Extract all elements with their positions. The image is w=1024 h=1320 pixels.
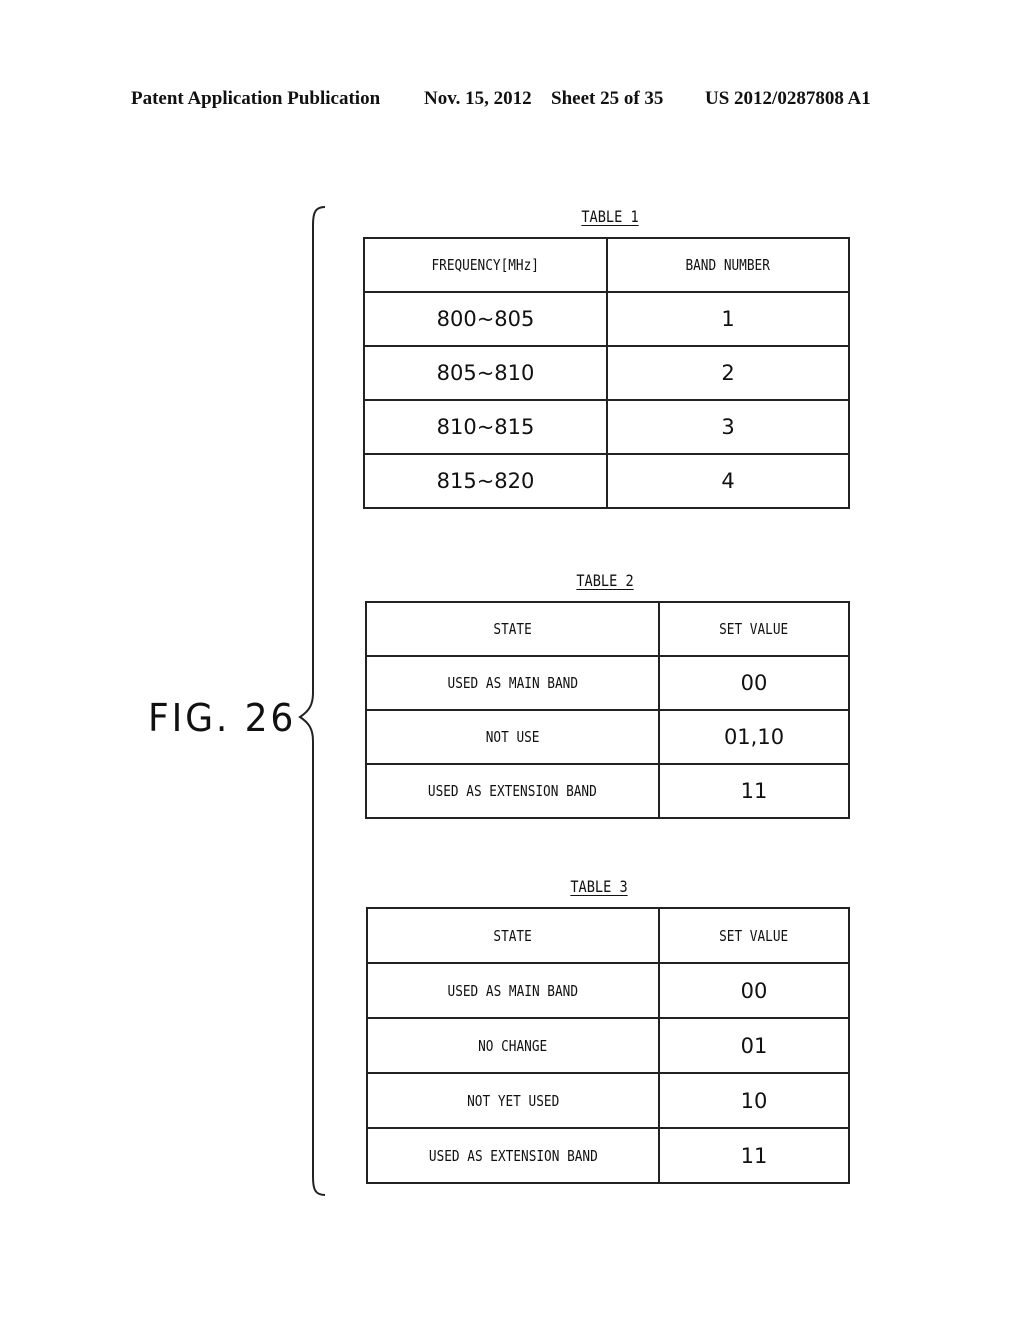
state-cell: USED AS EXTENSION BAND [366, 1127, 660, 1184]
set-value-cell: 01,10 [658, 709, 850, 765]
curly-brace [298, 206, 326, 1196]
table-1-title: TABLE 1 [581, 207, 639, 226]
set-value-cell: 01 [658, 1017, 850, 1074]
page-header: Patent Application Publication Nov. 15, … [0, 88, 1024, 114]
table-row: 805~810 2 [363, 345, 850, 401]
sheet-number: Sheet 25 of 35 [551, 88, 664, 109]
publication-date: Nov. 15, 2012 [424, 88, 532, 109]
set-value-cell: 11 [658, 763, 850, 819]
band-number-cell: 1 [606, 291, 850, 347]
table-header-row: STATE SET VALUE [365, 601, 850, 657]
set-value-cell: 00 [658, 655, 850, 711]
frequency-cell: 815~820 [363, 453, 608, 509]
band-number-cell: 3 [606, 399, 850, 455]
table-3: STATE SET VALUE USED AS MAIN BAND 00 NO … [366, 907, 850, 1184]
table-1: FREQUENCY[MHz] BAND NUMBER 800~805 1 805… [363, 237, 850, 509]
set-value-cell: 10 [658, 1072, 850, 1129]
set-value-cell: 11 [658, 1127, 850, 1184]
table-header-row: FREQUENCY[MHz] BAND NUMBER [363, 237, 850, 293]
table-2: STATE SET VALUE USED AS MAIN BAND 00 NOT… [365, 601, 850, 819]
column-header: STATE [366, 907, 660, 964]
band-number-cell: 2 [606, 345, 850, 401]
column-header: SET VALUE [658, 907, 850, 964]
table-row: USED AS EXTENSION BAND 11 [366, 1127, 850, 1184]
table-row: 800~805 1 [363, 291, 850, 347]
table-header-row: STATE SET VALUE [366, 907, 850, 964]
set-value-cell: 00 [658, 962, 850, 1019]
frequency-cell: 800~805 [363, 291, 608, 347]
frequency-cell: 810~815 [363, 399, 608, 455]
table-2-title: TABLE 2 [576, 571, 634, 590]
state-cell: USED AS MAIN BAND [366, 962, 660, 1019]
table-row: NOT YET USED 10 [366, 1072, 850, 1129]
publication-type: Patent Application Publication [131, 88, 381, 109]
table-row: USED AS EXTENSION BAND 11 [365, 763, 850, 819]
figure-label: FIG. 26 [148, 696, 297, 740]
table-row: USED AS MAIN BAND 00 [366, 962, 850, 1019]
state-cell: USED AS MAIN BAND [365, 655, 660, 711]
state-cell: NOT USE [365, 709, 660, 765]
column-header: FREQUENCY[MHz] [363, 237, 608, 293]
table-row: 815~820 4 [363, 453, 850, 509]
frequency-cell: 805~810 [363, 345, 608, 401]
table-3-title: TABLE 3 [570, 877, 628, 896]
publication-number: US 2012/0287808 A1 [705, 88, 871, 109]
table-row: NOT USE 01,10 [365, 709, 850, 765]
table-row: 810~815 3 [363, 399, 850, 455]
state-cell: NO CHANGE [366, 1017, 660, 1074]
table-row: USED AS MAIN BAND 00 [365, 655, 850, 711]
state-cell: NOT YET USED [366, 1072, 660, 1129]
state-cell: USED AS EXTENSION BAND [365, 763, 660, 819]
table-row: NO CHANGE 01 [366, 1017, 850, 1074]
column-header: STATE [365, 601, 660, 657]
band-number-cell: 4 [606, 453, 850, 509]
column-header: BAND NUMBER [606, 237, 850, 293]
column-header: SET VALUE [658, 601, 850, 657]
